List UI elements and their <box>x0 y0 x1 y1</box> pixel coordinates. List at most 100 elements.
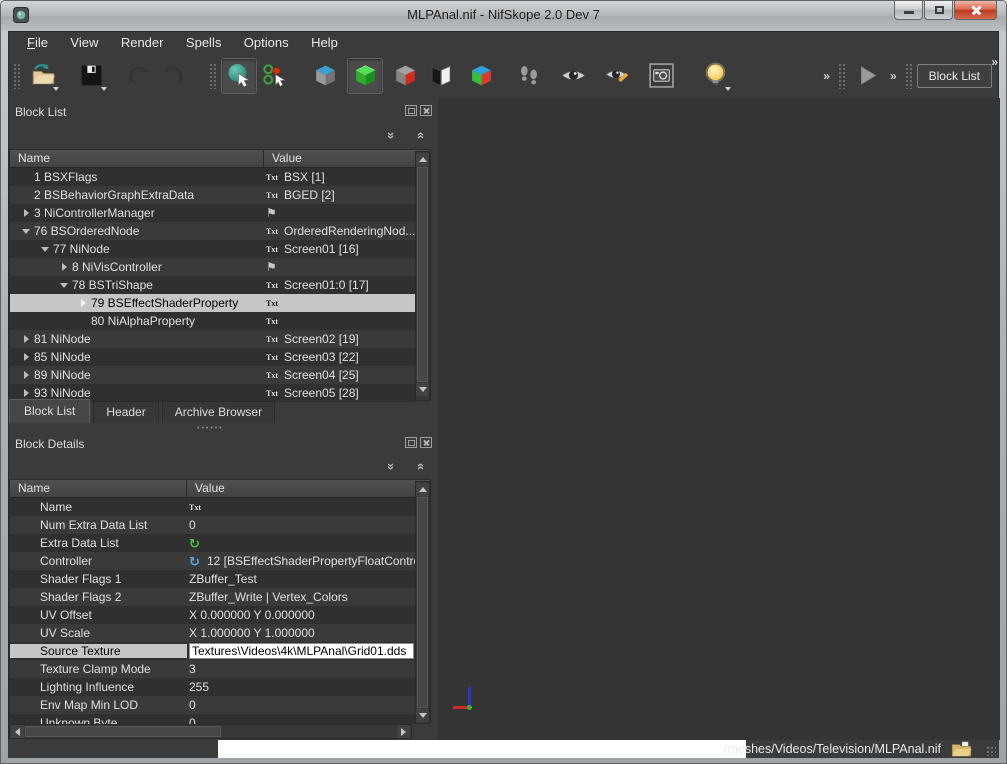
block-list-row[interactable]: 81 NiNodeTxtScreen02 [19] <box>10 330 417 348</box>
select-vertex-mode-button[interactable] <box>257 58 293 94</box>
menu-render[interactable]: Render <box>112 31 173 50</box>
toolbar-grip[interactable] <box>838 63 846 89</box>
save-file-button[interactable] <box>73 58 109 94</box>
dock-close-button[interactable] <box>420 105 432 116</box>
scroll-down-button[interactable] <box>416 709 429 722</box>
scroll-thumb[interactable] <box>417 167 428 382</box>
block-list-row[interactable]: 85 NiNodeTxtScreen03 [22] <box>10 348 417 366</box>
block-list-row[interactable]: 76 BSOrderedNodeTxtOrderedRenderingNod..… <box>10 222 417 240</box>
expander-expanded-icon[interactable] <box>37 240 53 258</box>
scroll-thumb[interactable] <box>25 726 221 737</box>
expand-all-button[interactable]: » <box>411 127 429 143</box>
visibility-button[interactable] <box>555 58 591 94</box>
column-header-value[interactable]: Value <box>187 480 415 497</box>
expander-collapsed-icon[interactable] <box>18 366 34 384</box>
tab-header[interactable]: Header <box>93 401 158 423</box>
dock-float-button[interactable] <box>405 437 417 448</box>
redo-button[interactable] <box>155 58 191 94</box>
select-object-mode-button[interactable] <box>221 58 257 94</box>
screenshot-button[interactable] <box>643 58 679 94</box>
block-details-row[interactable]: Lighting Influence255 <box>10 678 417 696</box>
toolbar-overflow-icon[interactable]: » <box>886 69 901 83</box>
animation-walk-button[interactable] <box>511 58 547 94</box>
block-details-row[interactable]: Source Texture <box>10 642 417 660</box>
block-details-row[interactable]: Num Extra Data List0 <box>10 516 417 534</box>
column-header-name[interactable]: Name <box>10 480 187 497</box>
menu-spells[interactable]: Spells <box>177 31 230 50</box>
minimize-button[interactable] <box>894 1 923 20</box>
dock-splitter-handle[interactable]: •••••• <box>197 425 224 432</box>
play-animation-button[interactable] <box>850 58 886 94</box>
show-hidden-button[interactable] <box>347 58 383 94</box>
menu-file[interactable]: File <box>18 31 57 50</box>
resize-grip[interactable] <box>986 746 996 756</box>
expander-collapsed-icon[interactable] <box>18 330 34 348</box>
tab-archive-browser[interactable]: Archive Browser <box>162 401 275 423</box>
scroll-right-button[interactable] <box>397 725 410 738</box>
menu-help[interactable]: Help <box>302 31 347 50</box>
block-details-row[interactable]: Controller↻12 [BSEffectShaderPropertyFlo… <box>10 552 417 570</box>
dock-close-button[interactable] <box>420 437 432 448</box>
block-list-row[interactable]: 80 NiAlphaPropertyTxt <box>10 312 417 330</box>
dock-float-button[interactable] <box>405 105 417 116</box>
titlebar[interactable]: MLPAnal.nif - NifSkope 2.0 Dev 7 <box>1 1 1006 31</box>
open-file-button[interactable] <box>25 58 61 94</box>
block-list-row[interactable]: 8 NiVisController⚑ <box>10 258 417 276</box>
maximize-button[interactable] <box>924 1 953 20</box>
block-list-row[interactable]: 89 NiNodeTxtScreen04 [25] <box>10 366 417 384</box>
block-list-header[interactable]: Name Value <box>10 150 430 168</box>
browse-folder-button[interactable] <box>950 741 974 757</box>
close-button[interactable] <box>954 1 997 20</box>
expander-collapsed-icon[interactable] <box>18 348 34 366</box>
column-header-value[interactable]: Value <box>264 150 415 167</box>
expander-expanded-icon[interactable] <box>56 276 72 294</box>
menu-options[interactable]: Options <box>235 31 298 50</box>
block-list-row[interactable]: 3 NiControllerManager⚑ <box>10 204 417 222</box>
collapse-all-button[interactable]: » <box>383 458 401 474</box>
toolbar-overflow-icon[interactable]: » <box>819 69 834 83</box>
collapse-all-button[interactable]: » <box>383 127 401 143</box>
expander-collapsed-icon[interactable] <box>18 204 34 222</box>
block-list-row[interactable]: 79 BSEffectShaderPropertyTxt <box>10 294 417 312</box>
block-details-row[interactable]: Texture Clamp Mode3 <box>10 660 417 678</box>
menu-view[interactable]: View <box>61 31 107 50</box>
expander-expanded-icon[interactable] <box>18 222 34 240</box>
block-details-row[interactable]: UV ScaleX 1.000000 Y 1.000000 <box>10 624 417 642</box>
viewport-3d[interactable] <box>438 98 1000 740</box>
filename-input[interactable] <box>218 740 746 758</box>
expand-all-button[interactable]: » <box>411 458 429 474</box>
show-nodes-button[interactable] <box>307 58 343 94</box>
expander-collapsed-icon[interactable] <box>56 258 72 276</box>
scroll-down-button[interactable] <box>416 383 429 396</box>
block-details-row[interactable]: Unknown Byte0 <box>10 714 417 724</box>
toolbar-grip[interactable] <box>209 63 217 89</box>
toolbar-corner-overflow-icon[interactable]: » <box>991 55 998 69</box>
toolbar-grip[interactable] <box>13 63 21 89</box>
show-collision-button[interactable] <box>387 58 423 94</box>
toolbar-grip[interactable] <box>905 63 913 89</box>
edit-visibility-button[interactable] <box>599 58 635 94</box>
block-details-row[interactable]: Env Map Min LOD0 <box>10 696 417 714</box>
scroll-thumb[interactable] <box>417 497 428 708</box>
show-all-button[interactable] <box>463 58 499 94</box>
block-list-vscrollbar[interactable] <box>415 151 430 401</box>
block-list-selector-button[interactable]: Block List <box>917 64 992 88</box>
tab-block-list[interactable]: Block List <box>9 399 90 423</box>
source-texture-input[interactable] <box>189 643 414 659</box>
scroll-up-button[interactable] <box>416 153 429 166</box>
block-details-row[interactable]: Shader Flags 1ZBuffer_Test <box>10 570 417 588</box>
block-details-row[interactable]: UV OffsetX 0.000000 Y 0.000000 <box>10 606 417 624</box>
block-list-row[interactable]: 77 NiNodeTxtScreen01 [16] <box>10 240 417 258</box>
block-details-row[interactable]: NameTxt <box>10 498 417 516</box>
block-list-row[interactable]: 78 BSTriShapeTxtScreen01:0 [17] <box>10 276 417 294</box>
block-list-row[interactable]: 1 BSXFlagsTxtBSX [1] <box>10 168 417 186</box>
show-markers-button[interactable] <box>423 58 459 94</box>
block-details-row[interactable]: Extra Data List↻ <box>10 534 417 552</box>
scroll-up-button[interactable] <box>416 483 429 496</box>
expander-collapsed-icon[interactable] <box>75 294 91 312</box>
scroll-left-button[interactable] <box>11 725 24 738</box>
undo-button[interactable] <box>119 58 155 94</box>
block-details-hscrollbar[interactable] <box>9 724 412 739</box>
block-details-vscrollbar[interactable] <box>415 481 430 724</box>
column-header-name[interactable]: Name <box>10 150 264 167</box>
